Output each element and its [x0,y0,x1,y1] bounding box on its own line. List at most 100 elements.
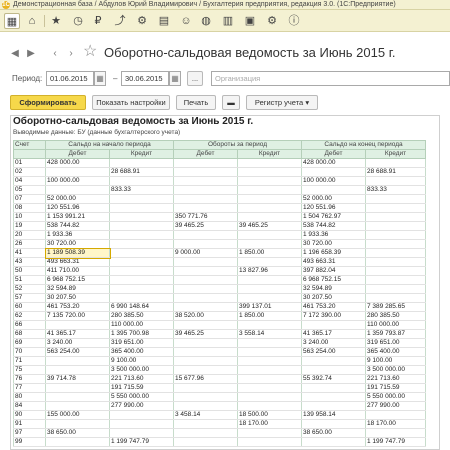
account-cell[interactable]: 97 [13,428,46,438]
amount-cell[interactable]: 110 000.00 [365,320,426,330]
amount-cell[interactable] [173,293,238,303]
amount-cell[interactable]: 30 720.00 [45,239,110,249]
amount-cell[interactable]: 18 500.00 [237,410,302,420]
table-row[interactable]: 99 1 199 747.79 1 199 747.79 [13,437,426,447]
amount-cell[interactable]: 563 254.00 [45,347,110,357]
account-cell[interactable]: 51 [13,275,46,285]
show-settings-button[interactable]: Показать настройки [92,95,170,110]
amount-cell[interactable] [301,383,366,393]
amount-cell[interactable] [365,230,426,240]
amount-cell[interactable] [365,203,426,213]
history-icon[interactable]: ◷ [70,13,86,29]
amount-cell[interactable] [237,257,302,267]
amount-cell[interactable] [365,158,426,168]
amount-cell[interactable]: 280 385.50 [365,311,426,321]
account-cell[interactable]: 08 [13,203,46,213]
amount-cell[interactable]: 277 990.00 [365,401,426,411]
table-row[interactable]: 62 7 135 720.00 280 385.50 38 520.00 1 850.0… [13,311,426,321]
amount-cell[interactable]: 9 100.00 [365,356,426,366]
amount-cell[interactable]: 52 000.00 [45,194,110,204]
table-row[interactable]: 04 100 000.00 100 000.00 [13,176,426,186]
goods-icon[interactable]: ⚙ [134,13,150,29]
amount-cell[interactable] [109,230,174,240]
amount-cell[interactable] [365,194,426,204]
amount-cell[interactable]: 319 651.00 [365,338,426,348]
table-row[interactable]: 70 563 254.00 365 400.00 563 254.00 365 400.… [13,347,426,357]
left-chevron-icon[interactable]: ‹ [48,47,62,61]
amount-cell[interactable] [237,293,302,303]
account-cell[interactable]: 52 [13,284,46,294]
amount-cell[interactable] [301,392,366,402]
amount-cell[interactable]: 39 465.25 [173,221,238,231]
amount-cell[interactable]: 493 663.31 [45,257,110,267]
amount-cell[interactable]: 319 651.00 [109,338,174,348]
amount-cell[interactable]: 6 990 148.64 [109,302,174,312]
amount-cell[interactable] [109,203,174,213]
account-cell[interactable]: 75 [13,365,46,375]
amount-cell[interactable] [301,167,366,177]
amount-cell[interactable]: 1 153 991.21 [45,212,110,222]
account-cell[interactable]: 91 [13,419,46,429]
amount-cell[interactable] [173,320,238,330]
amount-cell[interactable] [109,284,174,294]
amount-cell[interactable] [109,194,174,204]
amount-cell[interactable] [173,356,238,366]
amount-cell[interactable]: 38 520.00 [173,311,238,321]
table-row[interactable]: 43 493 663.31 493 663.31 [13,257,426,267]
table-row[interactable]: 90 155 000.00 3 458.14 18 500.00 139 958.14 [13,410,426,420]
print-button[interactable]: Печать [176,95,216,110]
amount-cell[interactable]: 833.33 [365,185,426,195]
amount-cell[interactable] [237,212,302,222]
table-row[interactable]: 68 41 365.17 1 395 700.98 39 465.25 3 558.14… [13,329,426,339]
table-row[interactable]: 60 461 753.20 6 990 148.64 399 137.01 461 75… [13,302,426,312]
amount-cell[interactable]: 538 744.82 [301,221,366,231]
amount-cell[interactable]: 493 663.31 [301,257,366,267]
account-cell[interactable]: 19 [13,221,46,231]
amount-cell[interactable] [109,293,174,303]
amount-cell[interactable]: 350 771.76 [173,212,238,222]
amount-cell[interactable]: 3 240.00 [45,338,110,348]
account-cell[interactable]: 99 [13,437,46,447]
amount-cell[interactable] [173,266,238,276]
amount-cell[interactable] [173,383,238,393]
amount-cell[interactable] [109,419,174,429]
amount-cell[interactable]: 3 500 000.00 [365,365,426,375]
amount-cell[interactable]: 1 199 747.79 [109,437,174,447]
amount-cell[interactable]: 52 000.00 [301,194,366,204]
amount-cell[interactable] [237,365,302,375]
amount-cell[interactable] [237,230,302,240]
amount-cell[interactable] [365,221,426,231]
amount-cell[interactable]: 7 172 390.00 [301,311,366,321]
amount-cell[interactable] [173,167,238,177]
amount-cell[interactable]: 1 850.00 [237,248,302,258]
account-cell[interactable]: 62 [13,311,46,321]
amount-cell[interactable] [109,212,174,222]
table-row[interactable]: 08 120 551.96 120 551.96 [13,203,426,213]
amount-cell[interactable]: 18 170.00 [365,419,426,429]
account-cell[interactable]: 66 [13,320,46,330]
amount-cell[interactable]: 397 882.04 [301,266,366,276]
generate-button[interactable]: Сформировать [10,95,86,110]
amount-cell[interactable]: 833.33 [109,185,174,195]
amount-cell[interactable] [173,176,238,186]
amount-cell[interactable] [237,338,302,348]
table-row[interactable]: 41 1 189 508.39 9 000.00 1 850.00 1 196 658.… [13,247,426,259]
table-row[interactable]: 10 1 153 991.21 350 771.76 1 504 762.97 [13,212,426,222]
account-cell[interactable]: 68 [13,329,46,339]
amount-cell[interactable]: 120 551.96 [301,203,366,213]
favorite-star-icon[interactable]: ☆ [83,44,97,60]
amount-cell[interactable] [173,365,238,375]
amount-cell[interactable] [365,293,426,303]
amount-cell[interactable] [173,401,238,411]
amount-cell[interactable]: 7 389 285.65 [365,302,426,312]
amount-cell[interactable]: 38 650.00 [301,428,366,438]
amount-cell[interactable]: 563 254.00 [301,347,366,357]
favorites-star-icon[interactable]: ★ [48,13,64,29]
amount-cell[interactable] [237,203,302,213]
amount-cell[interactable] [173,257,238,267]
account-cell[interactable]: 60 [13,302,46,312]
amount-cell[interactable] [109,221,174,231]
period-from-field[interactable]: 01.06.2015 [46,71,94,86]
amount-cell[interactable]: 1 933.36 [45,230,110,240]
amount-cell[interactable] [173,203,238,213]
